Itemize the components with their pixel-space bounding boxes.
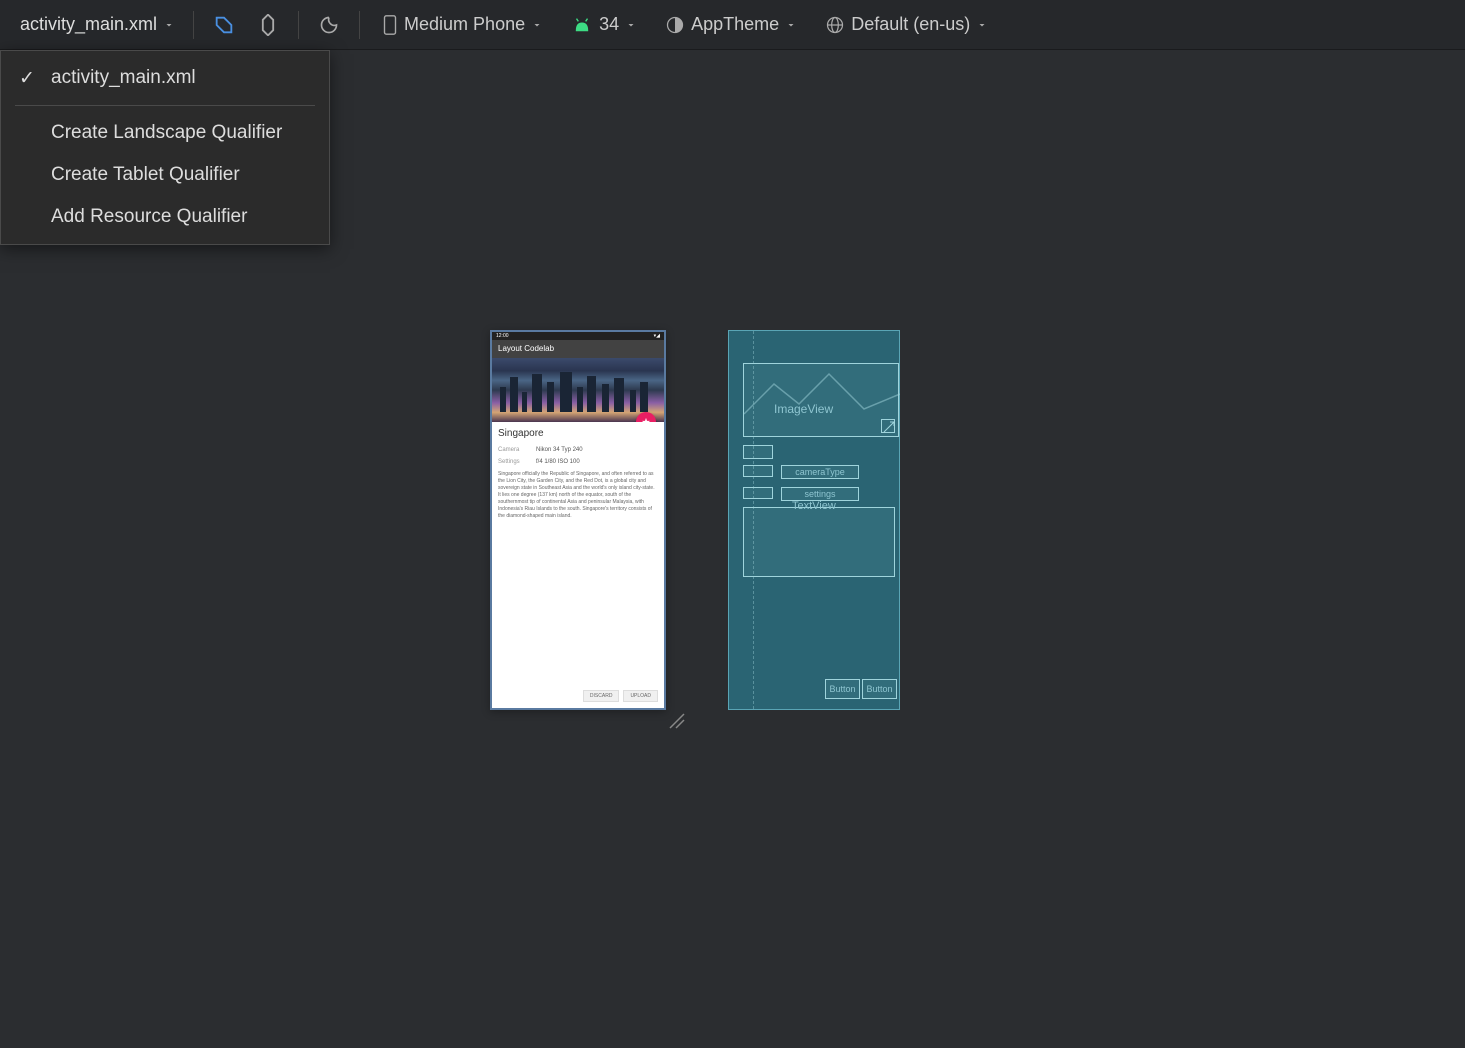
theme-name: AppTheme — [691, 14, 779, 35]
design-preview-phone[interactable]: 12:00 ▾◢ Layout Codelab — [490, 330, 666, 710]
status-icons: ▾◢ — [654, 333, 660, 339]
blueprint-button-1[interactable]: Button — [825, 679, 860, 699]
locale-name: Default (en-us) — [851, 14, 970, 35]
blueprint-title[interactable] — [743, 445, 773, 459]
dropdown-item-tablet[interactable]: Create Tablet Qualifier — [1, 154, 329, 196]
app-bar: Layout Codelab — [492, 340, 664, 358]
button-row: DISCARD UPLOAD — [583, 690, 658, 702]
android-icon — [571, 14, 593, 36]
chevron-down-icon — [531, 19, 543, 31]
design-view-button[interactable] — [206, 7, 242, 43]
chevron-down-icon — [785, 19, 797, 31]
status-time: 12:00 — [496, 333, 509, 339]
upload-button[interactable]: UPLOAD — [623, 690, 658, 702]
camera-value: Nikon 34 Typ 240 — [536, 447, 583, 453]
content-area: Singapore Camera Nikon 34 Typ 240 Settin… — [492, 422, 664, 526]
design-blueprint-icon — [213, 14, 235, 36]
status-bar: 12:00 ▾◢ — [492, 332, 664, 340]
moon-icon — [319, 15, 339, 35]
device-name: Medium Phone — [404, 14, 525, 35]
file-selector-dropdown[interactable]: activity_main.xml — [10, 8, 181, 41]
blueprint-camera-type[interactable]: cameraType — [781, 465, 859, 479]
globe-icon — [825, 15, 845, 35]
chevron-down-icon — [976, 19, 988, 31]
chevron-down-icon — [163, 19, 175, 31]
blueprint-textview-label: TextView — [792, 500, 836, 512]
fab-favorite[interactable] — [636, 412, 656, 422]
settings-value: f/4 1/80 ISO 100 — [536, 459, 580, 465]
blueprint-settings[interactable]: settings — [781, 487, 859, 501]
dropdown-item-landscape[interactable]: Create Landscape Qualifier — [1, 112, 329, 154]
night-mode-button[interactable] — [311, 7, 347, 43]
file-dropdown-menu: activity_main.xml Create Landscape Quali… — [0, 50, 330, 245]
api-level: 34 — [599, 14, 619, 35]
blueprint-imageview[interactable]: ImageView — [743, 363, 899, 437]
device-selector[interactable]: Medium Phone — [372, 8, 553, 42]
file-name: activity_main.xml — [20, 14, 157, 35]
location-title: Singapore — [498, 428, 658, 439]
dropdown-divider — [15, 105, 315, 106]
blueprint-textview[interactable]: TextView — [743, 507, 895, 577]
resize-handle[interactable] — [668, 712, 686, 730]
star-icon — [641, 417, 651, 422]
blueprint-preview-phone[interactable]: ImageView cameraType settings TextView B… — [728, 330, 900, 710]
blueprint-imageview-label: ImageView — [774, 402, 833, 416]
contrast-icon — [665, 15, 685, 35]
blueprint-button-2[interactable]: Button — [862, 679, 897, 699]
dropdown-item-resource[interactable]: Add Resource Qualifier — [1, 196, 329, 238]
settings-label: Settings — [498, 459, 528, 465]
orientation-button[interactable] — [250, 7, 286, 43]
rotate-icon — [257, 14, 279, 36]
header-image — [492, 358, 664, 422]
constraint-anchor-icon — [881, 419, 895, 433]
blueprint-settings-label[interactable] — [743, 487, 773, 499]
theme-selector[interactable]: AppTheme — [655, 8, 807, 41]
camera-label: Camera — [498, 447, 528, 453]
api-selector[interactable]: 34 — [561, 8, 647, 42]
phone-icon — [382, 14, 398, 36]
app-title: Layout Codelab — [498, 344, 554, 353]
chevron-down-icon — [625, 19, 637, 31]
separator — [298, 11, 299, 39]
dropdown-item-activity-main[interactable]: activity_main.xml — [1, 57, 329, 99]
blueprint-camera-label[interactable] — [743, 465, 773, 477]
separator — [359, 11, 360, 39]
separator — [193, 11, 194, 39]
editor-toolbar: activity_main.xml Medium Phone — [0, 0, 1465, 50]
locale-selector[interactable]: Default (en-us) — [815, 8, 998, 41]
description-text: Singapore officially the Republic of Sin… — [498, 471, 658, 520]
discard-button[interactable]: DISCARD — [583, 690, 620, 702]
